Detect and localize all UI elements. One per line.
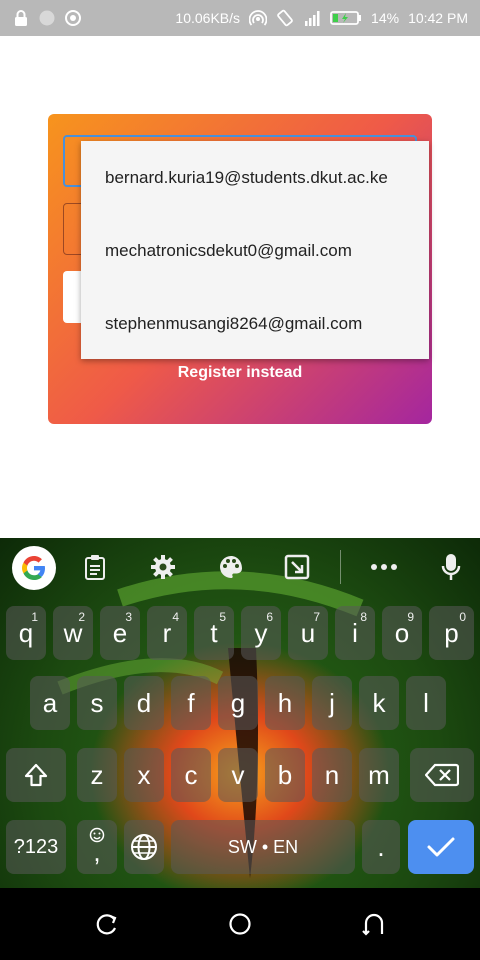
clipboard-button[interactable] (80, 552, 110, 582)
settings-button[interactable] (148, 552, 178, 582)
key-hint: 7 (313, 610, 320, 624)
network-speed: 10.06KB/s (175, 10, 241, 26)
palette-icon (220, 556, 242, 578)
key-letter: t (210, 617, 218, 648)
key-hint: 6 (266, 610, 273, 624)
google-button[interactable] (12, 546, 56, 590)
key-hint: 2 (78, 610, 85, 624)
backspace-key[interactable] (410, 748, 474, 802)
comma-key[interactable]: , (77, 820, 117, 874)
key-hint: 4 (172, 610, 179, 624)
clipboard-icon (85, 555, 105, 580)
key-c[interactable]: c (171, 748, 211, 802)
keyboard: q1 w2 e3 r4 t5 y6 u7 i8 o9 p0 a s d f g … (0, 538, 480, 888)
key-w[interactable]: w2 (53, 606, 93, 660)
record-icon (65, 10, 81, 26)
shift-icon (24, 763, 48, 787)
more-button[interactable] (369, 552, 399, 582)
key-o[interactable]: o9 (382, 606, 422, 660)
key-x[interactable]: x (124, 748, 164, 802)
autofill-option[interactable]: bernard.kuria19@students.dkut.ac.ke (81, 141, 429, 214)
enter-key[interactable] (408, 820, 474, 874)
key-letter: i (352, 617, 358, 648)
rotate-icon (277, 9, 293, 27)
key-g[interactable]: g (218, 676, 258, 730)
check-icon (427, 837, 455, 857)
comma-label: , (93, 837, 101, 867)
clock: 10:42 PM (408, 10, 468, 26)
key-hint: 1 (31, 610, 38, 624)
key-m[interactable]: m (359, 748, 399, 802)
lock-icon (15, 10, 27, 26)
battery-icon (330, 11, 362, 25)
more-icon (371, 564, 397, 570)
key-letter: r (162, 617, 172, 648)
key-l[interactable]: l (406, 676, 446, 730)
space-key[interactable]: SW • EN (171, 820, 355, 874)
theme-button[interactable] (216, 552, 246, 582)
screen-icon (284, 554, 310, 580)
recent-icon[interactable] (95, 912, 119, 936)
globe-icon (131, 834, 157, 860)
key-t[interactable]: t5 (194, 606, 234, 660)
key-f[interactable]: f (171, 676, 211, 730)
autofill-dropdown: bernard.kuria19@students.dkut.ac.ke mech… (81, 141, 429, 359)
symbols-key[interactable]: ?123 (6, 820, 66, 874)
key-hint: 3 (125, 610, 132, 624)
keyboard-toolbar (0, 538, 480, 596)
backspace-icon (425, 763, 459, 787)
key-r[interactable]: r4 (147, 606, 187, 660)
key-hint: 9 (407, 610, 414, 624)
key-letter: p (444, 617, 459, 648)
key-z[interactable]: z (77, 748, 117, 802)
key-b[interactable]: b (265, 748, 305, 802)
gear-icon (151, 555, 175, 579)
key-hint: 5 (219, 610, 226, 624)
back-icon[interactable] (362, 912, 386, 936)
google-icon (22, 556, 45, 580)
key-a[interactable]: a (30, 676, 70, 730)
key-s[interactable]: s (77, 676, 117, 730)
key-q[interactable]: q1 (6, 606, 46, 660)
key-p[interactable]: p0 (429, 606, 474, 660)
one-handed-button[interactable] (282, 552, 312, 582)
mic-icon (441, 554, 461, 580)
register-instead-link[interactable]: Register instead (48, 364, 432, 382)
key-i[interactable]: i8 (335, 606, 375, 660)
key-n[interactable]: n (312, 748, 352, 802)
key-e[interactable]: e3 (100, 606, 140, 660)
autofill-option[interactable]: stephenmusangi8264@gmail.com (81, 287, 429, 360)
key-j[interactable]: j (312, 676, 352, 730)
home-icon[interactable] (228, 912, 252, 936)
circle-icon (39, 10, 55, 26)
key-d[interactable]: d (124, 676, 164, 730)
navigation-bar (0, 888, 480, 960)
key-h[interactable]: h (265, 676, 305, 730)
language-key[interactable] (124, 820, 164, 874)
autofill-option[interactable]: mechatronicsdekut0@gmail.com (81, 214, 429, 287)
status-bar-right: 10.06KB/s 14% 10:42 PM (175, 0, 468, 36)
hotspot-icon (249, 10, 268, 26)
voice-button[interactable] (436, 552, 466, 582)
period-key[interactable]: . (362, 820, 400, 874)
key-u[interactable]: u7 (288, 606, 328, 660)
shift-key[interactable] (6, 748, 66, 802)
battery-percent: 14% (371, 10, 400, 26)
key-k[interactable]: k (359, 676, 399, 730)
status-bar-left (12, 9, 82, 27)
key-v[interactable]: v (218, 748, 258, 802)
key-hint: 0 (459, 610, 466, 624)
status-bar: 10.06KB/s 14% 10:42 PM (0, 0, 480, 36)
key-y[interactable]: y6 (241, 606, 281, 660)
signal-icon (305, 11, 320, 26)
toolbar-divider (340, 550, 341, 584)
key-hint: 8 (360, 610, 367, 624)
